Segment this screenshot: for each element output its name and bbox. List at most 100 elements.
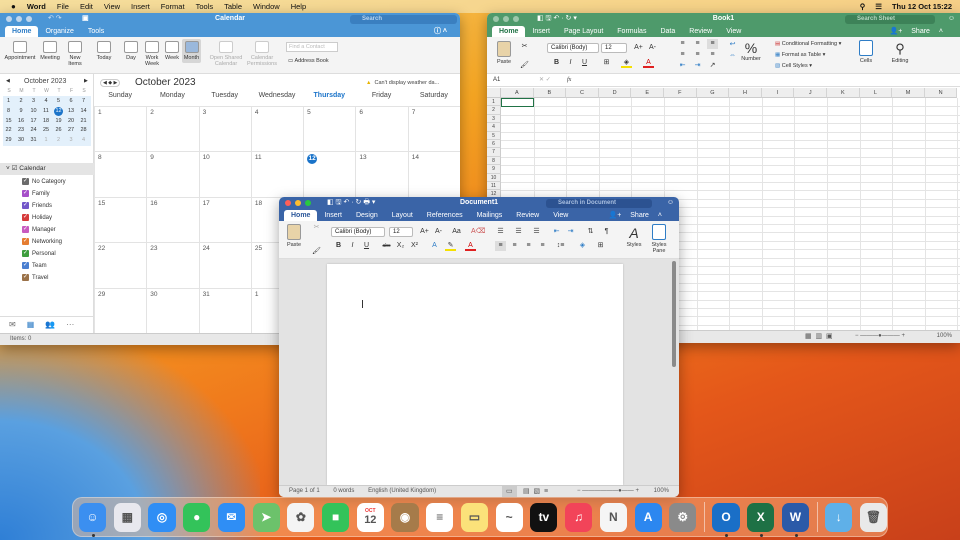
justify-icon[interactable]: ≡ <box>537 241 548 251</box>
category-item[interactable]: ✓ Family <box>22 189 92 200</box>
format-painter-icon[interactable]: 🖌 <box>311 247 322 257</box>
language[interactable]: English (United Kingdom) <box>368 488 436 494</box>
align-center-icon[interactable]: ≡ <box>692 50 703 60</box>
mail-icon[interactable]: ✉ <box>217 502 245 532</box>
mini-cal-day[interactable]: 7 <box>79 97 88 106</box>
format-as-table-button[interactable]: ▦ Format as Table ▾ <box>775 52 825 58</box>
align-center-icon[interactable]: ≡ <box>509 241 520 251</box>
row-header[interactable]: 7 <box>487 148 501 157</box>
word-count[interactable]: 0 words <box>333 488 354 494</box>
paste-button[interactable]: Paste <box>283 224 305 248</box>
shrink-font-icon[interactable]: A- <box>647 43 658 53</box>
category-item[interactable]: ✓ Networking <box>22 237 92 248</box>
calendar-group[interactable]: ˅ ☑ Calendar <box>0 163 94 175</box>
help-icon[interactable]: ⓘ ˄ <box>427 26 454 37</box>
number-format-button[interactable]: % Number <box>737 40 765 62</box>
row-header[interactable]: 1 <box>487 98 501 107</box>
tab-page-layout[interactable]: Page Layout <box>557 26 610 37</box>
tab-home[interactable]: Home <box>492 26 526 37</box>
category-item[interactable]: ✓ Holiday <box>22 213 92 224</box>
column-header[interactable]: J <box>794 88 827 98</box>
contacts-icon[interactable]: ◉ <box>391 502 419 532</box>
row-header[interactable]: 8 <box>487 156 501 166</box>
mini-cal-day[interactable]: 19 <box>54 117 63 126</box>
tab-view[interactable]: View <box>719 26 748 37</box>
column-header[interactable]: F <box>664 88 697 98</box>
name-box[interactable]: A1 <box>493 74 500 87</box>
conditional-formatting-button[interactable]: ▤ Conditional Formatting ▾ <box>775 41 841 47</box>
maps-icon[interactable]: ➤ <box>252 502 280 532</box>
category-checkbox-icon[interactable]: ✓ <box>22 190 29 197</box>
day-cell[interactable]: 5 <box>303 106 356 152</box>
row-header[interactable]: 10 <box>487 173 501 182</box>
reminders-icon[interactable]: ≡ <box>426 502 454 532</box>
row-header[interactable]: 5 <box>487 131 501 140</box>
mini-cal-day[interactable]: 23 <box>17 126 26 135</box>
column-header[interactable]: I <box>761 88 795 98</box>
mini-cal-day[interactable]: 11 <box>42 107 51 116</box>
show-formatting-icon[interactable]: ¶ <box>601 227 612 237</box>
excel-icon[interactable]: X <box>747 502 775 537</box>
sort-icon[interactable]: ⇅ <box>585 227 596 237</box>
day-cell[interactable]: 31 <box>198 287 251 333</box>
column-header[interactable]: C <box>566 88 599 98</box>
mini-cal-day[interactable]: 9 <box>17 107 26 116</box>
column-header[interactable]: H <box>729 88 762 98</box>
share-button[interactable]: 👤+ Share ˄ <box>883 26 950 37</box>
borders-icon[interactable]: ⊞ <box>601 58 612 68</box>
column-header[interactable]: D <box>598 88 632 98</box>
align-left-icon[interactable]: ≡ <box>495 241 506 251</box>
tab-review[interactable]: Review <box>509 210 546 221</box>
font-color-icon[interactable]: A <box>643 58 654 68</box>
cut-icon[interactable]: ✂ <box>311 223 322 233</box>
close-button[interactable] <box>285 200 291 206</box>
category-item[interactable]: ✓ Personal <box>22 249 92 260</box>
select-all-corner[interactable] <box>487 88 501 98</box>
music-icon[interactable]: ♫ <box>565 502 593 532</box>
tab-home[interactable]: Home <box>284 210 318 221</box>
today-button[interactable]: Today <box>94 41 114 61</box>
freeform-icon[interactable]: ~ <box>495 502 523 532</box>
category-checkbox-icon[interactable]: ✓ <box>22 226 29 233</box>
row-header[interactable]: 3 <box>487 114 501 124</box>
day-cell[interactable]: 10 <box>198 151 251 197</box>
month-view-button[interactable]: Month <box>182 39 201 63</box>
zoom-button[interactable] <box>26 16 32 22</box>
underline-button[interactable]: U <box>579 58 590 68</box>
font-size-select[interactable]: 12 <box>601 43 627 53</box>
mini-cal-today[interactable]: 12 <box>54 106 63 116</box>
line-spacing-icon[interactable]: ↕≡ <box>555 241 566 251</box>
bullets-icon[interactable]: ☰ <box>495 227 506 237</box>
mini-cal-next-icon[interactable]: ▶ <box>84 78 88 84</box>
format-painter-icon[interactable]: 🖌 <box>519 61 530 71</box>
cut-icon[interactable]: ✂ <box>519 42 530 52</box>
text-effects-icon[interactable]: A <box>429 241 440 251</box>
mini-cal-day[interactable]: 15 <box>4 117 13 126</box>
category-checkbox-icon[interactable]: ✓ <box>22 214 29 221</box>
subscript-button[interactable]: X₂ <box>395 241 406 251</box>
mini-cal-day[interactable]: 21 <box>79 117 88 126</box>
column-header[interactable]: L <box>859 88 893 98</box>
feedback-icon[interactable]: ☺ <box>667 197 674 209</box>
mini-cal-day[interactable]: 27 <box>67 126 76 135</box>
mini-cal-day[interactable]: 6 <box>67 97 76 106</box>
tab-organize[interactable]: Organize <box>38 26 80 37</box>
shrink-font-icon[interactable]: A- <box>433 227 444 237</box>
calendar-icon[interactable]: OCT 12 <box>356 502 384 532</box>
underline-button[interactable]: U <box>361 241 372 251</box>
function-icon[interactable]: fx <box>567 74 571 87</box>
align-bottom-icon[interactable]: ≡ <box>707 39 718 49</box>
tab-view[interactable]: View <box>546 210 575 221</box>
align-top-icon[interactable]: ≡ <box>677 39 688 49</box>
day-cell[interactable]: 16 <box>146 196 199 243</box>
font-color-icon[interactable]: A <box>465 241 476 251</box>
decrease-indent-icon[interactable]: ⇤ <box>551 227 562 237</box>
category-checkbox-icon[interactable]: ✓ <box>22 274 29 281</box>
search-sheet-input[interactable]: Search Sheet <box>845 15 935 24</box>
mini-cal-day[interactable]: 10 <box>29 107 38 116</box>
vertical-scrollbar[interactable] <box>672 261 676 367</box>
day-cell[interactable]: 23 <box>146 242 199 288</box>
category-checkbox-icon[interactable]: ✓ <box>22 202 29 209</box>
tab-review[interactable]: Review <box>682 26 719 37</box>
mini-cal-day[interactable]: 25 <box>42 126 51 135</box>
